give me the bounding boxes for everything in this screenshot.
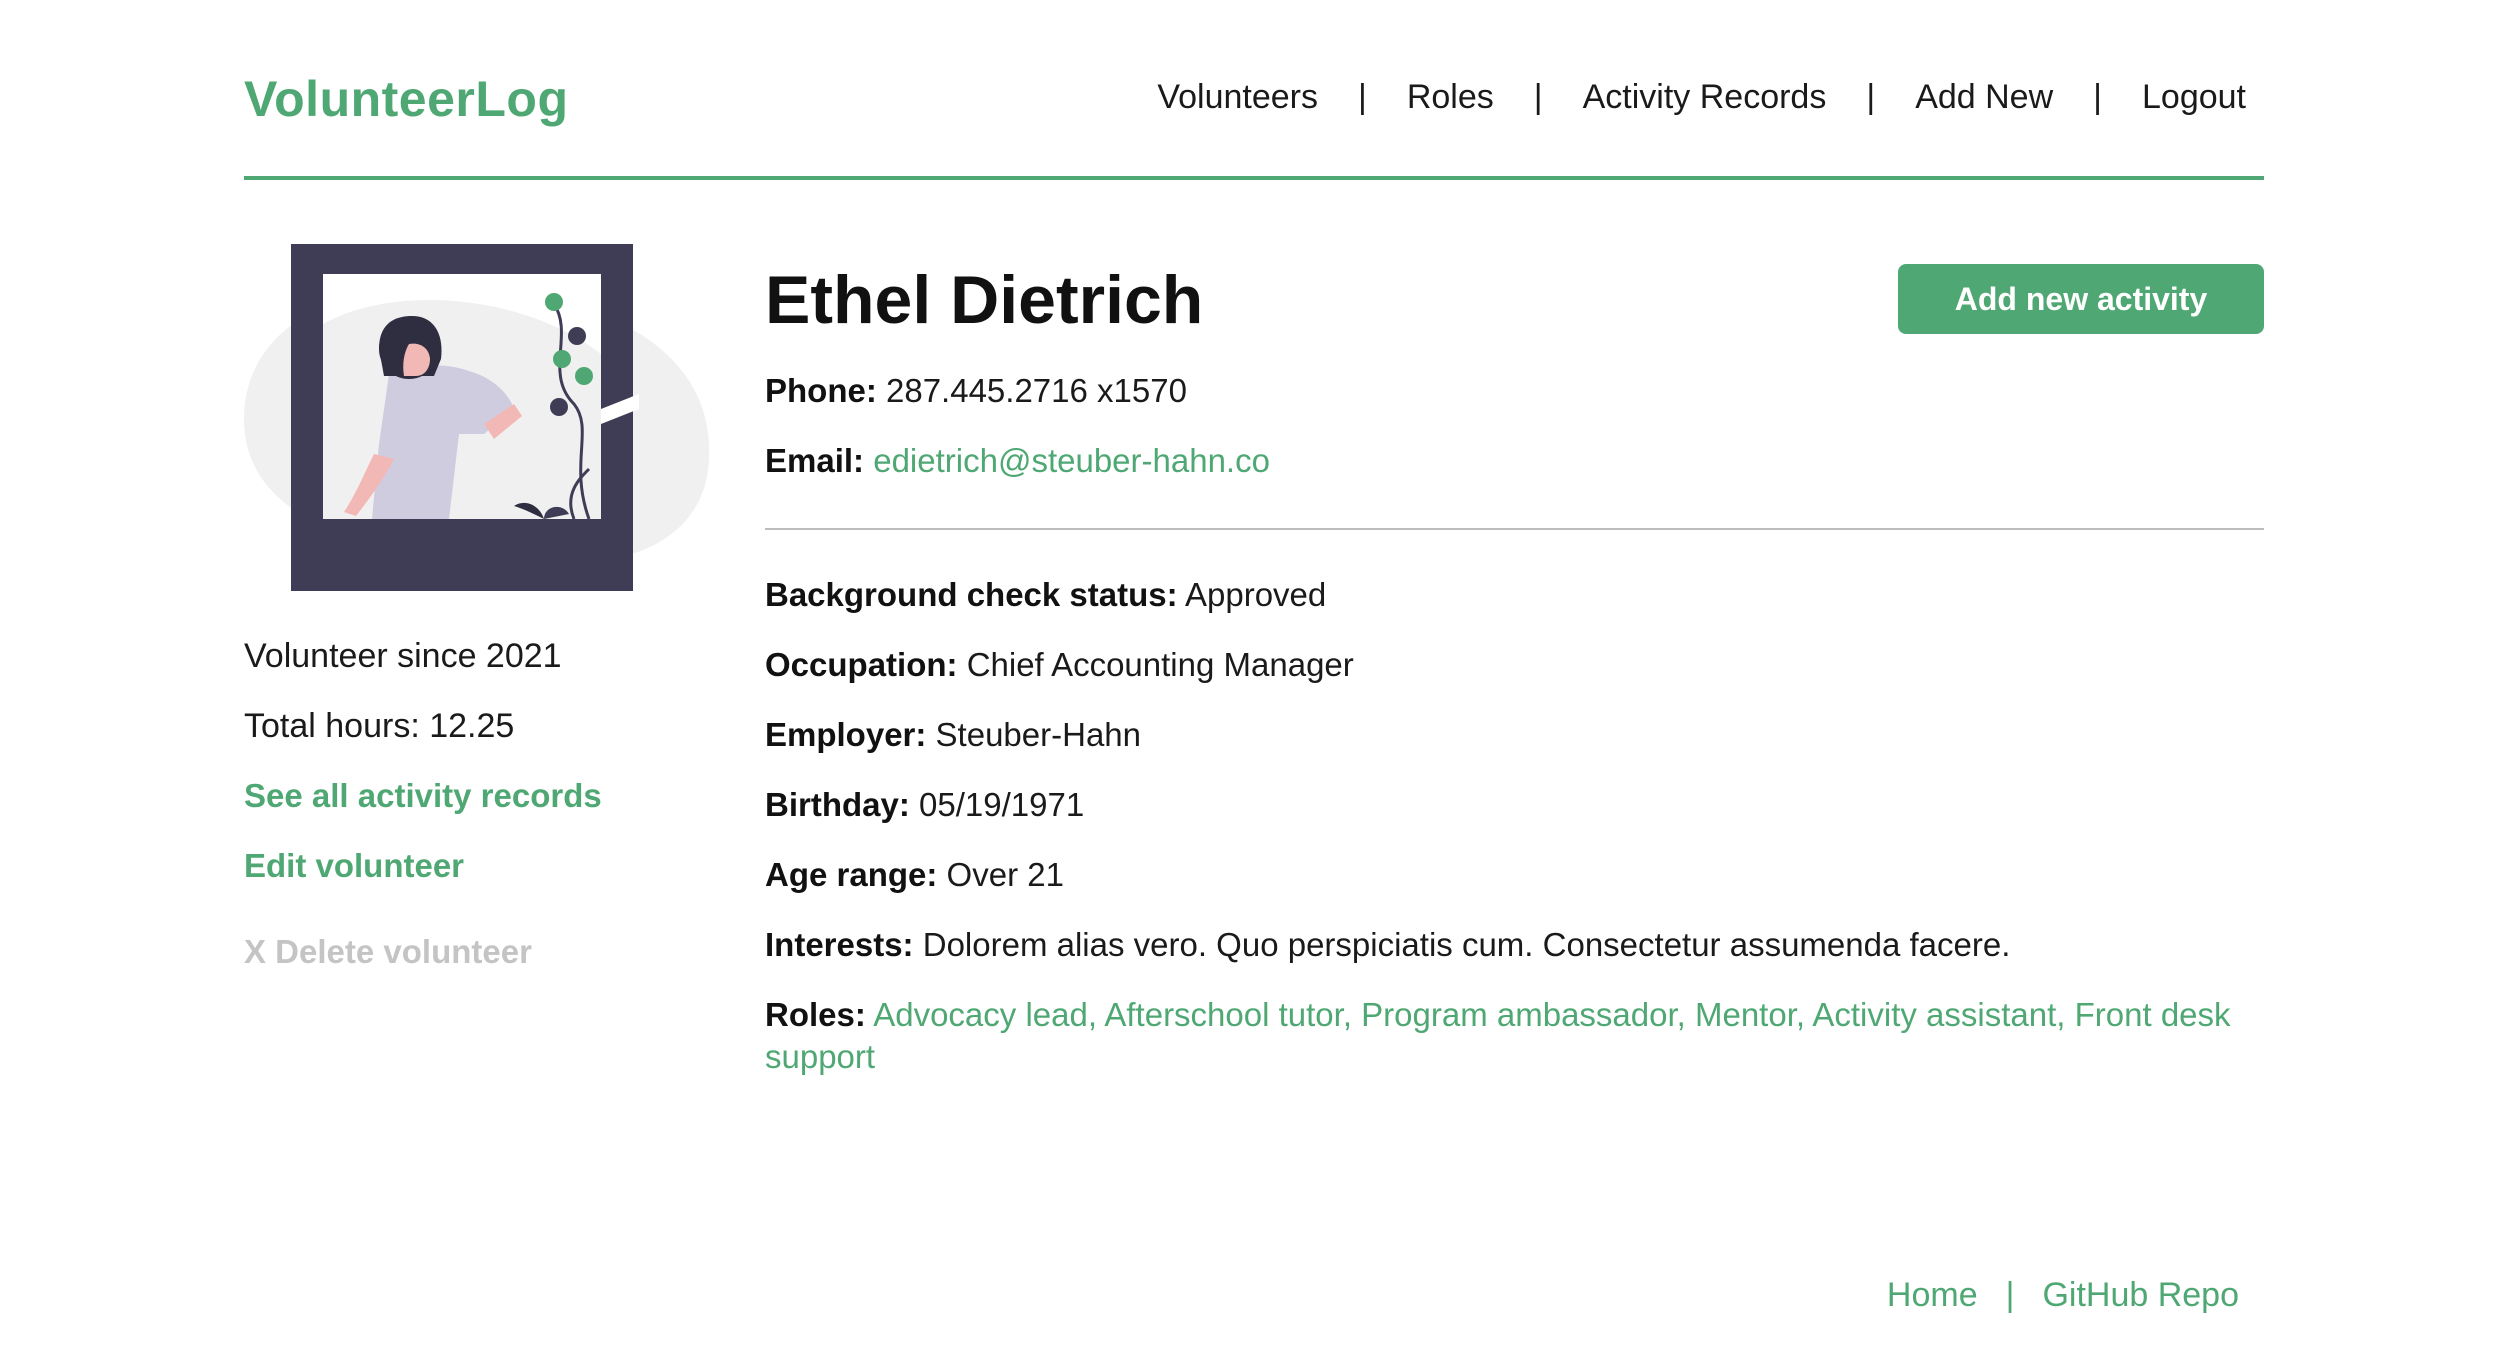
email-field: Email: edietrich@steuber-hahn.co bbox=[765, 440, 2264, 482]
volunteer-since: Volunteer since 2021 bbox=[244, 637, 562, 675]
add-new-activity-button[interactable]: Add new activity bbox=[1898, 264, 2264, 334]
background-check-value: Approved bbox=[1184, 576, 1327, 613]
phone-field: Phone: 287.445.2716 x1570 bbox=[765, 370, 2264, 412]
nav-volunteers[interactable]: Volunteers bbox=[1157, 78, 1318, 117]
interests-label: Interests: bbox=[765, 926, 914, 963]
nav-separator: | bbox=[1866, 78, 1876, 116]
interests-field: Interests: Dolorem alias vero. Quo persp… bbox=[765, 924, 2264, 966]
interests-value: Dolorem alias vero. Quo perspiciatis cum… bbox=[922, 926, 2011, 963]
site-header: VolunteerLog Volunteers | Roles | Activi… bbox=[244, 60, 2264, 180]
roles-field: Roles: Advocacy lead, Afterschool tutor,… bbox=[765, 994, 2264, 1078]
employer-label: Employer: bbox=[765, 716, 927, 753]
delete-volunteer-link[interactable]: X Delete volunteer bbox=[244, 930, 714, 974]
employer-value: Steuber-Hahn bbox=[935, 716, 1142, 753]
birthday-label: Birthday: bbox=[765, 786, 910, 823]
nav-separator: | bbox=[1533, 78, 1543, 116]
birthday-value: 05/19/1971 bbox=[919, 786, 1085, 823]
roles-links[interactable]: Advocacy lead, Afterschool tutor, Progra… bbox=[765, 996, 2231, 1075]
age-range-value: Over 21 bbox=[946, 856, 1064, 893]
roles-label: Roles: bbox=[765, 996, 866, 1033]
nav-logout[interactable]: Logout bbox=[2142, 78, 2246, 117]
phone-label: Phone: bbox=[765, 372, 877, 409]
nav-activity-records[interactable]: Activity Records bbox=[1583, 78, 1827, 117]
birthday-field: Birthday: 05/19/1971 bbox=[765, 784, 2264, 826]
occupation-label: Occupation: bbox=[765, 646, 958, 683]
background-check-label: Background check status: bbox=[765, 576, 1178, 613]
edit-volunteer-link[interactable]: Edit volunteer bbox=[244, 844, 714, 888]
occupation-value: Chief Accounting Manager bbox=[966, 646, 1354, 683]
footer-separator: | bbox=[2005, 1276, 2015, 1314]
email-label: Email: bbox=[765, 442, 865, 479]
employer-field: Employer: Steuber-Hahn bbox=[765, 714, 2264, 756]
site-footer: Home | GitHub Repo bbox=[1887, 1276, 2239, 1315]
total-hours: Total hours: 12.25 bbox=[244, 707, 515, 745]
background-check-field: Background check status: Approved bbox=[765, 574, 2264, 616]
email-link[interactable]: edietrich@steuber-hahn.co bbox=[873, 442, 1270, 479]
footer-home-link[interactable]: Home bbox=[1887, 1276, 1978, 1315]
volunteer-details: Background check status: Approved Occupa… bbox=[765, 574, 2264, 1078]
contact-info: Phone: 287.445.2716 x1570 Email: edietri… bbox=[765, 370, 2264, 482]
nav-separator: | bbox=[2093, 78, 2102, 116]
phone-value: 287.445.2716 x1570 bbox=[886, 372, 1187, 409]
age-range-label: Age range: bbox=[765, 856, 938, 893]
nav-separator: | bbox=[1357, 78, 1367, 116]
footer-github-link[interactable]: GitHub Repo bbox=[2042, 1276, 2239, 1315]
age-range-field: Age range: Over 21 bbox=[765, 854, 2264, 896]
nav-roles[interactable]: Roles bbox=[1407, 78, 1494, 117]
section-divider bbox=[765, 528, 2264, 530]
volunteer-profile-page: VolunteerLog Volunteers | Roles | Activi… bbox=[0, 0, 2494, 1350]
profile-illustration bbox=[244, 244, 714, 594]
occupation-field: Occupation: Chief Accounting Manager bbox=[765, 644, 2264, 686]
person-in-frame-illustration bbox=[244, 244, 710, 591]
main-nav: Volunteers | Roles | Activity Records | … bbox=[1157, 78, 2246, 117]
profile-sidebar: Volunteer since 2021 Total hours: 12.25 … bbox=[244, 244, 714, 974]
nav-add-new[interactable]: Add New bbox=[1915, 78, 2053, 117]
profile-main: Ethel Dietrich Add new activity Phone: 2… bbox=[765, 244, 2264, 1078]
brand-logo[interactable]: VolunteerLog bbox=[244, 70, 569, 128]
see-all-activity-records-link[interactable]: See all activity records bbox=[244, 774, 714, 818]
